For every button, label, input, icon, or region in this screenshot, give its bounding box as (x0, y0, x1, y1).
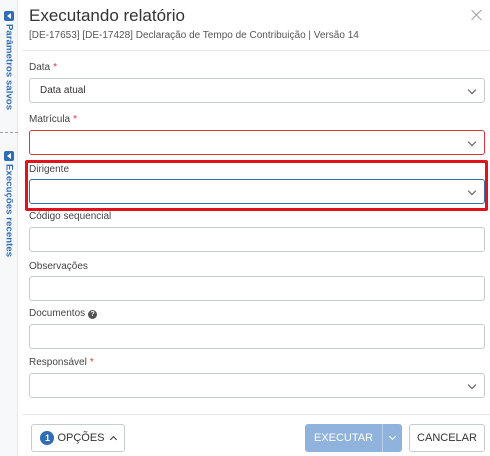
documentos-label: Documentos? (29, 308, 98, 319)
chevron-down-icon (467, 186, 477, 196)
execute-button-label: EXECUTAR (313, 432, 374, 444)
dirigente-label: Dirigente (29, 164, 70, 175)
saved-params-label: Parâmetros salvos (3, 24, 15, 111)
dirigente-select[interactable] (29, 179, 485, 204)
data-select[interactable]: Data atual (29, 78, 485, 103)
close-icon[interactable] (470, 8, 484, 22)
chevron-down-icon (467, 380, 477, 390)
required-mark: * (53, 62, 58, 73)
execute-dropdown-button[interactable] (382, 424, 402, 452)
chevron-down-icon (388, 432, 397, 441)
codigo-sequencial-input[interactable] (29, 227, 485, 252)
codigo-sequencial-label: Código sequencial (29, 211, 112, 222)
recent-runs-tab[interactable]: Execuções recentes (0, 151, 18, 257)
recent-runs-label: Execuções recentes (3, 164, 15, 258)
rail-divider (0, 132, 18, 133)
expand-left-icon (4, 151, 14, 161)
chevron-up-icon (109, 435, 117, 444)
data-select-value: Data atual (40, 85, 86, 96)
responsavel-select[interactable] (29, 373, 485, 398)
observacoes-input[interactable] (29, 276, 485, 301)
options-button-label: OPÇÕES (57, 432, 105, 444)
documentos-input[interactable] (29, 324, 485, 349)
matricula-select[interactable] (29, 130, 485, 155)
run-report-dialog: Parâmetros salvos Execuções recentes Exe… (0, 0, 490, 456)
cancel-button-label: CANCELAR (417, 432, 477, 444)
execute-button[interactable]: EXECUTAR (305, 424, 382, 452)
dialog-title: Executando relatório (29, 6, 185, 25)
required-mark: * (73, 114, 78, 125)
options-button[interactable]: 1 OPÇÕES (31, 424, 125, 452)
side-rail: Parâmetros salvos Execuções recentes (0, 0, 18, 456)
observacoes-label: Observações (29, 261, 88, 272)
saved-params-tab[interactable]: Parâmetros salvos (0, 11, 18, 110)
question-circle-icon[interactable]: ? (88, 310, 98, 319)
dialog-subtitle: [DE-17653] [DE-17428] Declaração de Temp… (29, 30, 359, 41)
header-divider (22, 50, 490, 51)
data-label: Data * (29, 62, 58, 73)
footer-divider (22, 414, 490, 415)
matricula-label: Matrícula * (29, 114, 78, 125)
chevron-down-icon (467, 85, 477, 95)
responsavel-label: Responsável * (29, 357, 94, 368)
required-mark: * (89, 357, 94, 368)
cancel-button[interactable]: CANCELAR (409, 424, 485, 452)
chevron-down-icon (467, 137, 477, 147)
options-count-badge: 1 (40, 431, 55, 445)
expand-left-icon (4, 11, 14, 21)
